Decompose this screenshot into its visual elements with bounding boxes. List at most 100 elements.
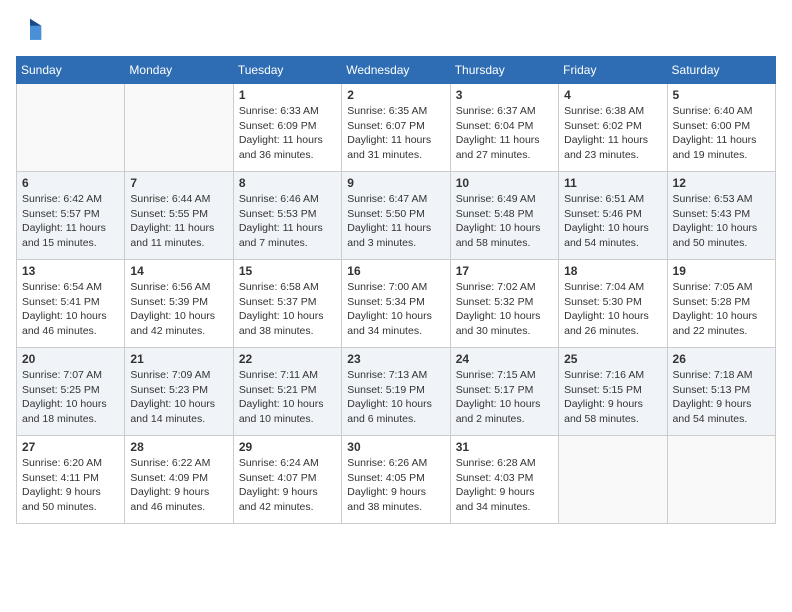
- day-info: Sunrise: 6:49 AMSunset: 5:48 PMDaylight:…: [456, 192, 553, 251]
- calendar-cell: 26 Sunrise: 7:18 AMSunset: 5:13 PMDayligh…: [667, 348, 775, 436]
- calendar-cell: 16 Sunrise: 7:00 AMSunset: 5:34 PMDayligh…: [342, 260, 450, 348]
- day-info: Sunrise: 7:04 AMSunset: 5:30 PMDaylight:…: [564, 280, 661, 339]
- logo: [16, 16, 48, 44]
- calendar-cell: 6Sunrise: 6:42 AMSunset: 5:57 PMDaylight…: [17, 172, 125, 260]
- day-info: Sunrise: 6:24 AMSunset: 4:07 PMDaylight:…: [239, 456, 336, 515]
- day-number: 31: [456, 440, 553, 454]
- calendar-cell: 20Sunrise: 7:07 AMSunset: 5:25 PMDayligh…: [17, 348, 125, 436]
- day-info: Sunrise: 7:13 AMSunset: 5:19 PMDaylight:…: [347, 368, 444, 427]
- calendar-cell: 21 Sunrise: 7:09 AMSunset: 5:23 PMDayligh…: [125, 348, 233, 436]
- day-number: 18: [564, 264, 661, 278]
- day-number: 16: [347, 264, 444, 278]
- weekday-header: Monday: [125, 57, 233, 84]
- day-number: 30: [347, 440, 444, 454]
- calendar-cell: 29 Sunrise: 6:24 AMSunset: 4:07 PMDayligh…: [233, 436, 341, 524]
- day-info: Sunrise: 6:56 AMSunset: 5:39 PMDaylight:…: [130, 280, 227, 339]
- calendar-cell: [559, 436, 667, 524]
- day-number: 20: [22, 352, 119, 366]
- calendar-cell: 2 Sunrise: 6:35 AMSunset: 6:07 PMDaylight…: [342, 84, 450, 172]
- day-info: Sunrise: 6:44 AMSunset: 5:55 PMDaylight:…: [130, 192, 227, 251]
- calendar-cell: 10 Sunrise: 6:49 AMSunset: 5:48 PMDayligh…: [450, 172, 558, 260]
- day-info: Sunrise: 6:40 AMSunset: 6:00 PMDaylight:…: [673, 104, 770, 163]
- calendar-week-row: 1 Sunrise: 6:33 AMSunset: 6:09 PMDaylight…: [17, 84, 776, 172]
- day-number: 2: [347, 88, 444, 102]
- weekday-header: Friday: [559, 57, 667, 84]
- day-info: Sunrise: 7:09 AMSunset: 5:23 PMDaylight:…: [130, 368, 227, 427]
- calendar-cell: 30Sunrise: 6:26 AMSunset: 4:05 PMDayligh…: [342, 436, 450, 524]
- day-number: 14: [130, 264, 227, 278]
- day-number: 8: [239, 176, 336, 190]
- calendar-cell: 9 Sunrise: 6:47 AMSunset: 5:50 PMDaylight…: [342, 172, 450, 260]
- day-info: Sunrise: 6:42 AMSunset: 5:57 PMDaylight:…: [22, 192, 119, 251]
- calendar-cell: 15 Sunrise: 6:58 AMSunset: 5:37 PMDayligh…: [233, 260, 341, 348]
- calendar-cell: 14 Sunrise: 6:56 AMSunset: 5:39 PMDayligh…: [125, 260, 233, 348]
- calendar-cell: [125, 84, 233, 172]
- day-info: Sunrise: 6:47 AMSunset: 5:50 PMDaylight:…: [347, 192, 444, 251]
- day-number: 26: [673, 352, 770, 366]
- day-number: 3: [456, 88, 553, 102]
- day-info: Sunrise: 6:33 AMSunset: 6:09 PMDaylight:…: [239, 104, 336, 163]
- day-info: Sunrise: 6:46 AMSunset: 5:53 PMDaylight:…: [239, 192, 336, 251]
- logo-icon: [16, 16, 44, 44]
- calendar-cell: 5 Sunrise: 6:40 AMSunset: 6:00 PMDaylight…: [667, 84, 775, 172]
- calendar-week-row: 13 Sunrise: 6:54 AMSunset: 5:41 PMDayligh…: [17, 260, 776, 348]
- day-number: 15: [239, 264, 336, 278]
- calendar-cell: [667, 436, 775, 524]
- day-info: Sunrise: 7:02 AMSunset: 5:32 PMDaylight:…: [456, 280, 553, 339]
- day-number: 27: [22, 440, 119, 454]
- calendar-cell: 27 Sunrise: 6:20 AMSunset: 4:11 PMDayligh…: [17, 436, 125, 524]
- day-info: Sunrise: 6:37 AMSunset: 6:04 PMDaylight:…: [456, 104, 553, 163]
- day-number: 19: [673, 264, 770, 278]
- day-info: Sunrise: 6:58 AMSunset: 5:37 PMDaylight:…: [239, 280, 336, 339]
- calendar-cell: 31 Sunrise: 6:28 AMSunset: 4:03 PMDayligh…: [450, 436, 558, 524]
- day-info: Sunrise: 6:22 AMSunset: 4:09 PMDaylight:…: [130, 456, 227, 515]
- day-info: Sunrise: 7:00 AMSunset: 5:34 PMDaylight:…: [347, 280, 444, 339]
- day-number: 25: [564, 352, 661, 366]
- day-info: Sunrise: 7:05 AMSunset: 5:28 PMDaylight:…: [673, 280, 770, 339]
- day-number: 28: [130, 440, 227, 454]
- calendar-cell: 19 Sunrise: 7:05 AMSunset: 5:28 PMDayligh…: [667, 260, 775, 348]
- page-header: [16, 16, 776, 44]
- calendar-cell: 13 Sunrise: 6:54 AMSunset: 5:41 PMDayligh…: [17, 260, 125, 348]
- day-info: Sunrise: 6:20 AMSunset: 4:11 PMDaylight:…: [22, 456, 119, 515]
- calendar-cell: [17, 84, 125, 172]
- weekday-header: Tuesday: [233, 57, 341, 84]
- day-number: 29: [239, 440, 336, 454]
- day-number: 11: [564, 176, 661, 190]
- day-number: 17: [456, 264, 553, 278]
- day-number: 21: [130, 352, 227, 366]
- day-info: Sunrise: 6:35 AMSunset: 6:07 PMDaylight:…: [347, 104, 444, 163]
- day-info: Sunrise: 6:54 AMSunset: 5:41 PMDaylight:…: [22, 280, 119, 339]
- calendar-cell: 18 Sunrise: 7:04 AMSunset: 5:30 PMDayligh…: [559, 260, 667, 348]
- day-info: Sunrise: 6:38 AMSunset: 6:02 PMDaylight:…: [564, 104, 661, 163]
- day-number: 5: [673, 88, 770, 102]
- calendar-header-row: SundayMondayTuesdayWednesdayThursdayFrid…: [17, 57, 776, 84]
- day-info: Sunrise: 7:15 AMSunset: 5:17 PMDaylight:…: [456, 368, 553, 427]
- calendar-cell: 8 Sunrise: 6:46 AMSunset: 5:53 PMDaylight…: [233, 172, 341, 260]
- day-number: 13: [22, 264, 119, 278]
- day-info: Sunrise: 6:51 AMSunset: 5:46 PMDaylight:…: [564, 192, 661, 251]
- day-number: 10: [456, 176, 553, 190]
- day-number: 4: [564, 88, 661, 102]
- calendar-cell: 24 Sunrise: 7:15 AMSunset: 5:17 PMDayligh…: [450, 348, 558, 436]
- weekday-header: Sunday: [17, 57, 125, 84]
- day-info: Sunrise: 6:53 AMSunset: 5:43 PMDaylight:…: [673, 192, 770, 251]
- day-info: Sunrise: 6:28 AMSunset: 4:03 PMDaylight:…: [456, 456, 553, 515]
- calendar-cell: 7 Sunrise: 6:44 AMSunset: 5:55 PMDaylight…: [125, 172, 233, 260]
- calendar-cell: 23Sunrise: 7:13 AMSunset: 5:19 PMDayligh…: [342, 348, 450, 436]
- weekday-header: Saturday: [667, 57, 775, 84]
- day-number: 1: [239, 88, 336, 102]
- weekday-header: Thursday: [450, 57, 558, 84]
- day-number: 7: [130, 176, 227, 190]
- calendar-cell: 12 Sunrise: 6:53 AMSunset: 5:43 PMDayligh…: [667, 172, 775, 260]
- calendar-cell: 1 Sunrise: 6:33 AMSunset: 6:09 PMDaylight…: [233, 84, 341, 172]
- day-number: 9: [347, 176, 444, 190]
- calendar-cell: 28 Sunrise: 6:22 AMSunset: 4:09 PMDayligh…: [125, 436, 233, 524]
- calendar-cell: 3 Sunrise: 6:37 AMSunset: 6:04 PMDaylight…: [450, 84, 558, 172]
- calendar-cell: 22Sunrise: 7:11 AMSunset: 5:21 PMDayligh…: [233, 348, 341, 436]
- day-info: Sunrise: 7:18 AMSunset: 5:13 PMDaylight:…: [673, 368, 770, 427]
- day-number: 12: [673, 176, 770, 190]
- calendar-cell: 11 Sunrise: 6:51 AMSunset: 5:46 PMDayligh…: [559, 172, 667, 260]
- day-number: 24: [456, 352, 553, 366]
- day-number: 22: [239, 352, 336, 366]
